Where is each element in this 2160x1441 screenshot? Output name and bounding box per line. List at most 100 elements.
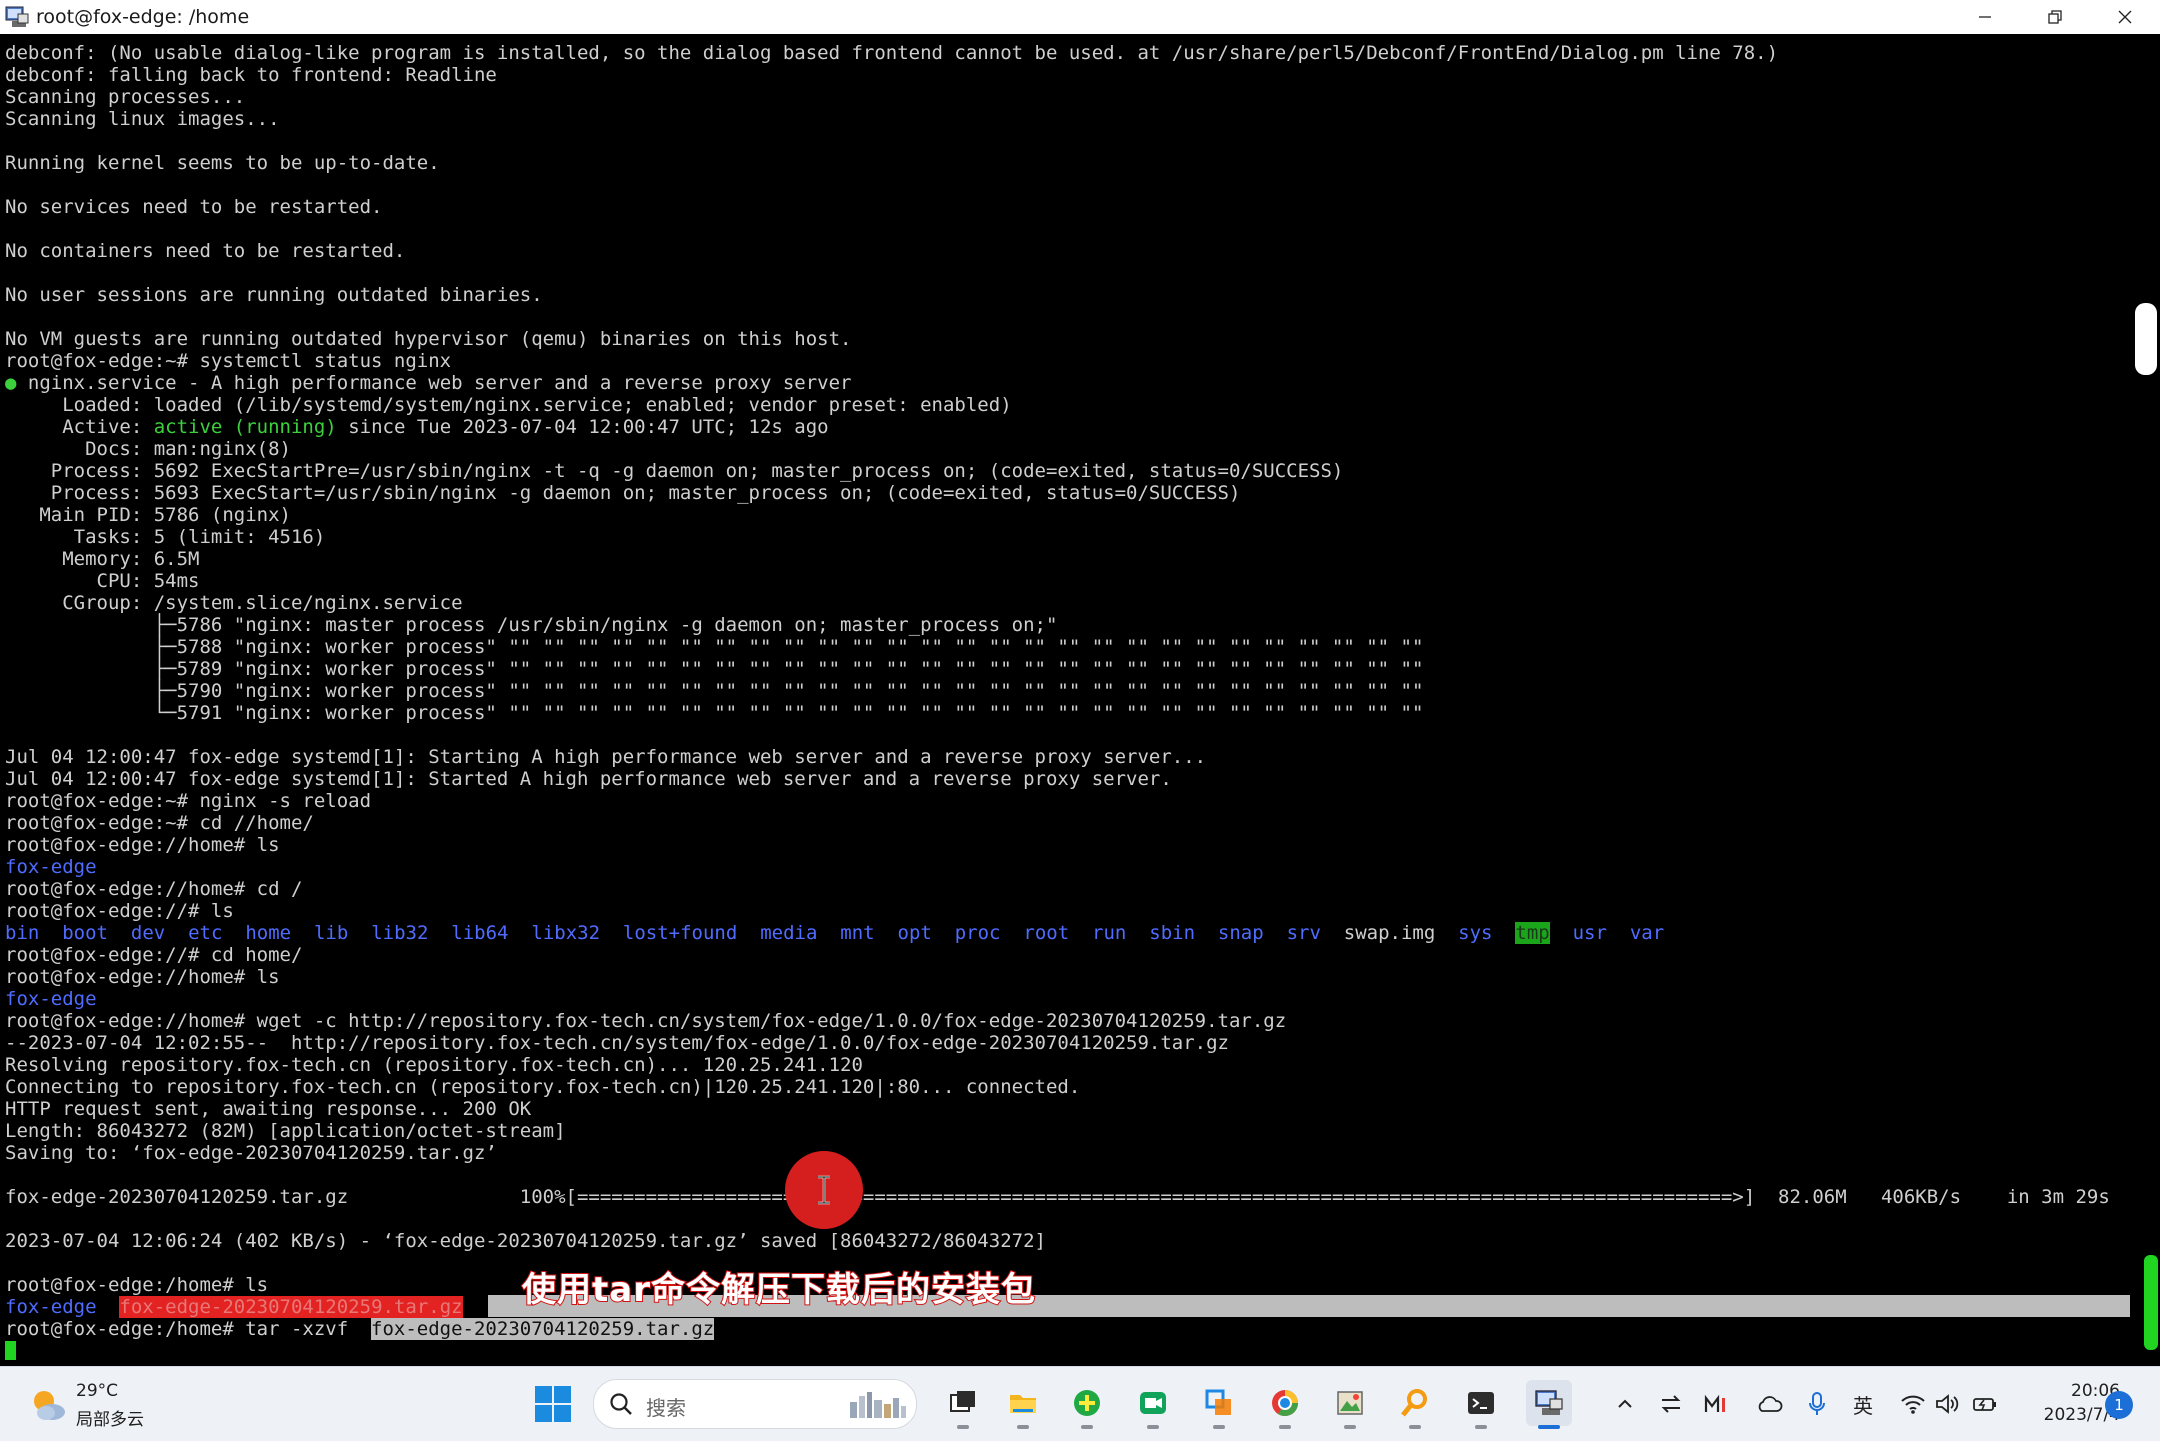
- taskbar-app-image-editor[interactable]: [1327, 1380, 1373, 1429]
- terminal-line: Saving to: ‘fox-edge-20230704120259.tar.…: [5, 1142, 2110, 1164]
- terminal-line: --2023-07-04 12:02:55-- http://repositor…: [5, 1032, 2110, 1054]
- microphone-icon[interactable]: [1802, 1389, 1832, 1419]
- terminal-output-area[interactable]: debconf: (No usable dialog-like program …: [0, 34, 2142, 1366]
- terminal-line: Main PID: 5786 (nginx): [5, 504, 2110, 526]
- terminal-text: snap: [1217, 922, 1264, 944]
- search-highlight-illustration-icon: [850, 1392, 906, 1418]
- terminal-line: bin boot dev etc home lib lib32 lib64 li…: [5, 922, 2110, 944]
- terminal-line: ├─5790 "nginx: worker process" "" "" "" …: [5, 680, 2110, 702]
- taskbar-app-browser[interactable]: [1262, 1380, 1308, 1429]
- terminal-text: Scanning processes...: [5, 86, 246, 108]
- notification-badge[interactable]: 1: [2105, 1391, 2133, 1419]
- mail-app-tray-icon[interactable]: [1702, 1389, 1732, 1419]
- terminal-text: Scanning linux images...: [5, 108, 280, 130]
- terminal-line: Scanning linux images...: [5, 108, 2110, 130]
- taskbar-app-ssh-client[interactable]: [1526, 1380, 1572, 1429]
- terminal-text: root@fox-edge://# cd home/: [5, 944, 303, 966]
- running-indicator: [1475, 1425, 1487, 1429]
- terminal-text: Running kernel seems to be up-to-date.: [5, 152, 440, 174]
- taskbar-app-green-plus-app[interactable]: [1064, 1380, 1110, 1429]
- taskbar-app-file-explorer[interactable]: [1000, 1380, 1046, 1429]
- terminal-text: dev: [130, 922, 166, 944]
- weather-temperature[interactable]: 29°C: [76, 1381, 118, 1401]
- terminal-text: No services need to be restarted.: [5, 196, 383, 218]
- running-indicator: [1017, 1425, 1029, 1429]
- start-button[interactable]: [534, 1385, 572, 1423]
- terminal-text: Main PID: 5786 (nginx): [5, 504, 291, 526]
- taskbar-app-terminal-app[interactable]: [1458, 1380, 1504, 1429]
- terminal-text: root@fox-edge://home# wget -c http://rep…: [5, 1010, 1287, 1032]
- terminal-text: No VM guests are running outdated hyperv…: [5, 328, 852, 350]
- terminal-text: lost+found: [622, 922, 738, 944]
- terminal-text: fox-edge: [5, 988, 97, 1010]
- terminal-line: ├─5788 "nginx: worker process" "" "" "" …: [5, 636, 2110, 658]
- taskbar-app-remote-app[interactable]: [1196, 1380, 1242, 1429]
- terminal-line: Memory: 6.5M: [5, 548, 2110, 570]
- terminal-text: └─5791 "nginx: worker process" "" "" "" …: [5, 702, 1424, 724]
- minimize-icon: [1979, 16, 1991, 18]
- terminal-scrollbar[interactable]: [2142, 34, 2160, 1366]
- terminal-text: fox-edge-20230704120259.tar.gz 100%[====…: [5, 1186, 2110, 1208]
- terminal-text: libx32: [531, 922, 601, 944]
- terminal-line: root@fox-edge://home# ls: [5, 834, 2110, 856]
- taskbar-app-search-tool[interactable]: [1392, 1380, 1438, 1429]
- window-title: root@fox-edge: /home: [36, 6, 250, 28]
- weather-partly-cloudy-icon[interactable]: [28, 1385, 68, 1425]
- terminal-line: Process: 5693 ExecStart=/usr/sbin/nginx …: [5, 482, 2110, 504]
- terminal-text: CPU: 54ms: [5, 570, 200, 592]
- search-icon: [610, 1393, 632, 1415]
- window-controls: [1950, 0, 2160, 34]
- terminal-text: HTTP request sent, awaiting response... …: [5, 1098, 532, 1120]
- terminal-text: srv: [1286, 922, 1321, 944]
- image-editor-icon: [1337, 1391, 1363, 1415]
- minimize-button[interactable]: [1950, 0, 2020, 34]
- input-method-indicator[interactable]: 英: [1848, 1389, 1878, 1419]
- terminal-line: fox-edge: [5, 988, 2110, 1010]
- terminal-line: root@fox-edge:~# systemctl status nginx: [5, 350, 2110, 372]
- battery-icon[interactable]: [1970, 1389, 2000, 1419]
- terminal-text: Loaded: loaded (/lib/systemd/system/ngin…: [5, 394, 1012, 416]
- scrollbar-thumb[interactable]: [2135, 303, 2157, 375]
- terminal-text: etc: [188, 922, 223, 944]
- terminal-text: Memory: 6.5M: [5, 548, 200, 570]
- terminal-line: fox-edge: [5, 856, 2110, 878]
- terminal-text: No user sessions are running outdated bi…: [5, 284, 543, 306]
- onedrive-cloud-icon[interactable]: [1754, 1389, 1784, 1419]
- clock-date[interactable]: 2023/7/4: [2000, 1405, 2120, 1425]
- taskbar-search-box[interactable]: 搜索: [593, 1379, 917, 1429]
- terminal-line: Process: 5692 ExecStartPre=/usr/sbin/ngi…: [5, 460, 2110, 482]
- terminal-text: --2023-07-04 12:02:55-- http://repositor…: [5, 1032, 1229, 1054]
- input-switch-icon[interactable]: [1656, 1389, 1686, 1419]
- text-cursor-icon: [818, 1175, 830, 1205]
- taskbar-app-video-meeting[interactable]: [1130, 1380, 1176, 1429]
- weather-description[interactable]: 局部多云: [76, 1405, 144, 1430]
- terminal-text: 2023-07-04 12:06:24 (402 KB/s) - ‘fox-ed…: [5, 1230, 1046, 1252]
- terminal-text: CGroup: /system.slice/nginx.service: [5, 592, 463, 614]
- terminal-text: opt: [897, 922, 932, 944]
- terminal-text: ├─5789 "nginx: worker process" "" "" "" …: [5, 658, 1424, 680]
- clock-time[interactable]: 20:06: [2020, 1381, 2120, 1401]
- restore-button[interactable]: [2020, 0, 2090, 34]
- terminal-line: Running kernel seems to be up-to-date.: [5, 152, 2110, 174]
- terminal-line: Loaded: loaded (/lib/systemd/system/ngin…: [5, 394, 2110, 416]
- show-hidden-icons-chevron-icon[interactable]: [1610, 1389, 1640, 1419]
- taskbar-app-task-view[interactable]: [940, 1380, 986, 1429]
- wifi-icon[interactable]: [1898, 1389, 1928, 1419]
- close-button[interactable]: [2090, 0, 2160, 34]
- scroll-position-marker: [2144, 1255, 2158, 1350]
- terminal-text: sys: [1458, 922, 1493, 944]
- title-bar: root@fox-edge: /home: [0, 0, 2160, 34]
- volume-icon[interactable]: [1932, 1389, 1962, 1419]
- terminal-text: home: [245, 922, 292, 944]
- search-placeholder: 搜索: [646, 1396, 686, 1420]
- ssh-client-icon: [1535, 1390, 1563, 1415]
